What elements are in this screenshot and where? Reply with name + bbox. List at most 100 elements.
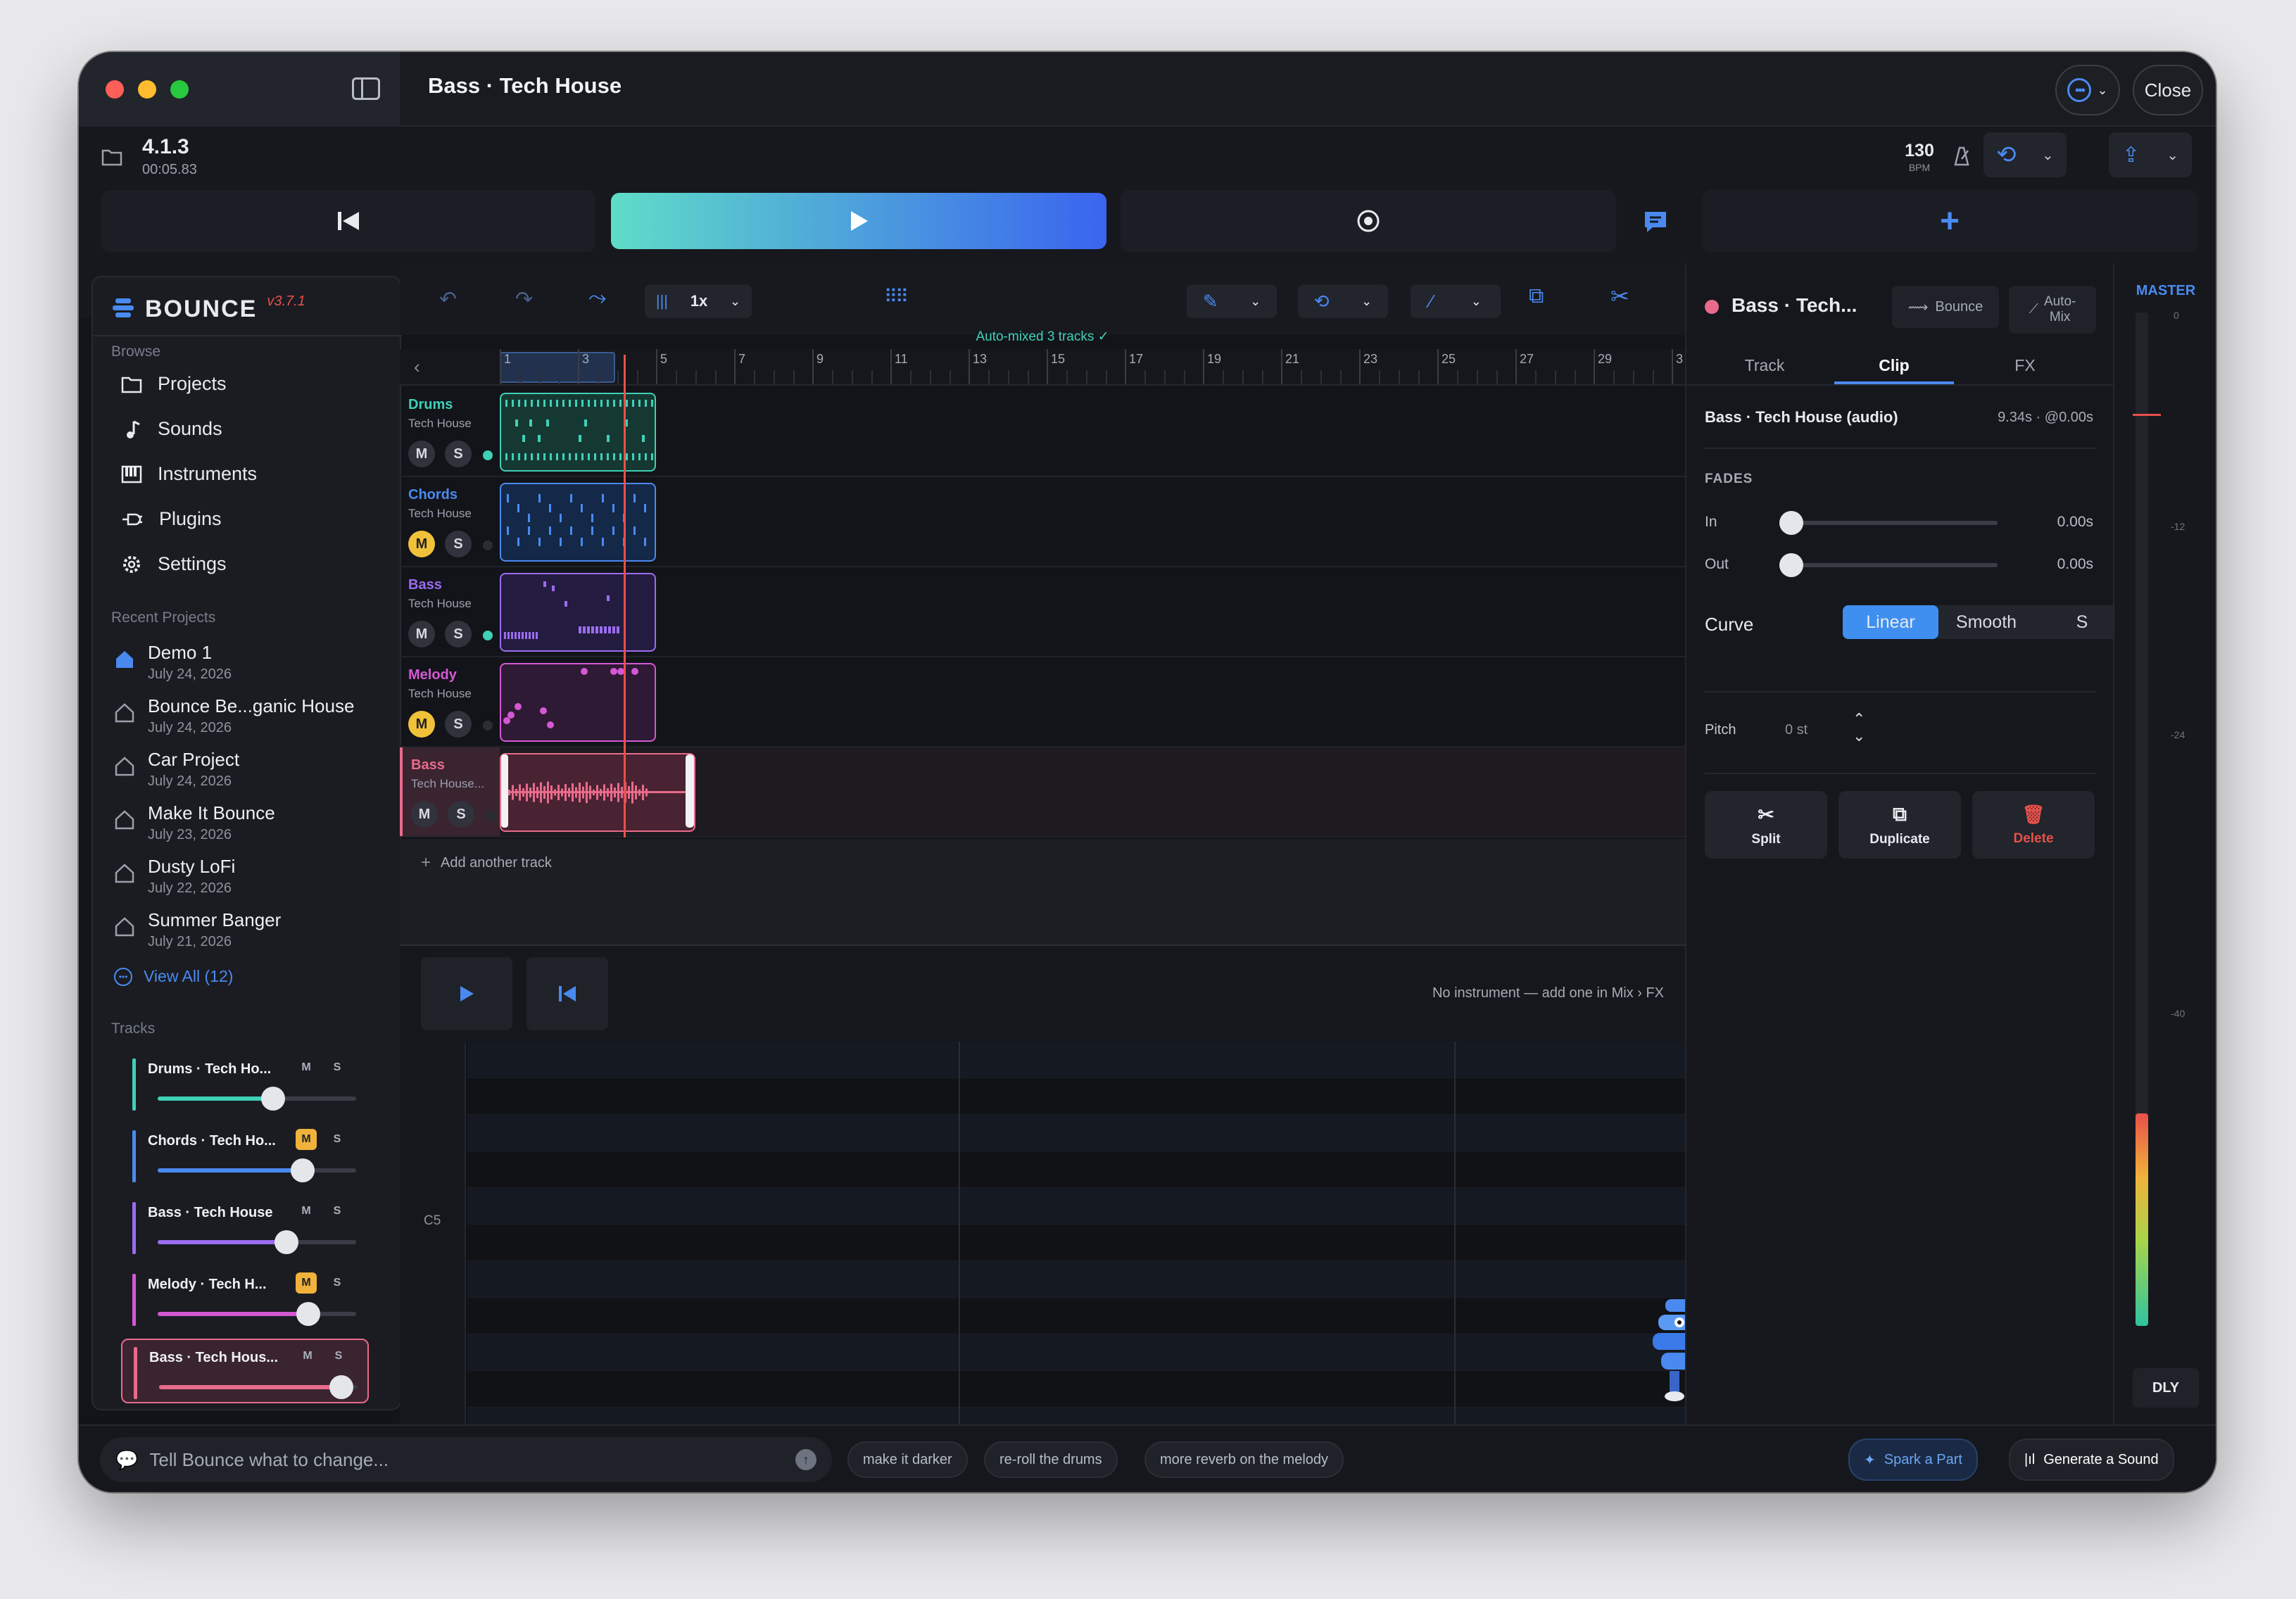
loop-menu-button[interactable]: ⟲ ⌄ <box>1983 132 2067 177</box>
lane-mute-button[interactable]: M <box>408 531 435 557</box>
view-all-link[interactable]: ••• View All (12) <box>114 967 233 986</box>
track-solo-button[interactable]: S <box>327 1272 348 1294</box>
track-solo-button[interactable]: S <box>328 1346 349 1367</box>
track-mute-button[interactable]: M <box>296 1129 317 1150</box>
grid-icon[interactable]: ⠿⠿ <box>884 286 909 308</box>
sidebar-track-item[interactable]: Bass · Tech Hous... M S <box>121 1339 369 1403</box>
scissors-icon[interactable]: ✂ <box>1610 283 1629 310</box>
curve-option-smooth[interactable]: Smooth <box>1938 605 2034 639</box>
chevron-up-icon[interactable]: ⌃ <box>1853 711 1865 728</box>
piano-roll-play-button[interactable] <box>421 957 512 1030</box>
track-solo-button[interactable]: S <box>327 1129 348 1150</box>
suggestion-chip[interactable]: more reverb on the melody <box>1144 1441 1344 1478</box>
minimize-window-button[interactable] <box>138 80 156 99</box>
track-volume-slider[interactable] <box>158 1087 356 1111</box>
fade-in-knob[interactable] <box>1779 511 1803 535</box>
nav-projects[interactable]: Projects <box>121 373 227 395</box>
recent-project-item[interactable]: Car Project July 24, 2026 <box>114 749 239 790</box>
pen-tool-menu[interactable]: ✎ ⌄ <box>1187 284 1277 318</box>
recent-project-item[interactable]: Dusty LoFi July 22, 2026 <box>114 856 235 897</box>
send-icon[interactable]: ↑ <box>795 1449 816 1470</box>
bounce-button[interactable]: ⟿ Bounce <box>1892 286 1999 328</box>
sidebar-track-item[interactable]: Melody · Tech H... M S <box>121 1267 369 1332</box>
lane-solo-button[interactable]: S <box>445 711 472 738</box>
fade-out-slider[interactable] <box>1779 553 1998 577</box>
piano-roll-row[interactable] <box>467 1261 1685 1298</box>
piano-roll-row[interactable] <box>467 1334 1685 1371</box>
more-menu-button[interactable]: ••• ⌄ <box>2055 65 2120 115</box>
playhead[interactable] <box>624 355 626 838</box>
generate-sound-button[interactable]: |ıl Generate a Sound <box>2009 1439 2174 1481</box>
pitch-value[interactable]: 0 st <box>1785 722 1808 738</box>
clip[interactable] <box>500 663 656 742</box>
play-button[interactable] <box>611 193 1106 249</box>
recent-project-item[interactable]: Demo 1 July 24, 2026 <box>114 642 232 683</box>
piano-roll-row[interactable] <box>467 1298 1685 1334</box>
recent-project-item[interactable]: Make It Bounce July 23, 2026 <box>114 802 275 843</box>
fade-out-knob[interactable] <box>1779 553 1803 577</box>
prompt-input[interactable]: 💬 Tell Bounce what to change... ↑ <box>100 1437 832 1482</box>
zoom-window-button[interactable] <box>170 80 189 99</box>
pitch-stepper[interactable]: ⌃ ⌄ <box>1853 711 1865 745</box>
tab-fx[interactable]: FX <box>1965 356 2085 375</box>
curve-option-linear[interactable]: Linear <box>1843 605 1938 639</box>
track-lane[interactable]: Chords Tech House M S <box>400 477 1719 567</box>
track-mute-button[interactable]: M <box>296 1201 317 1222</box>
volume-knob[interactable] <box>275 1230 299 1254</box>
piano-roll-row[interactable] <box>467 1225 1685 1261</box>
piano-roll-row[interactable] <box>467 1042 1685 1078</box>
suggestion-chip[interactable]: re-roll the drums <box>984 1441 1118 1478</box>
lane-solo-button[interactable]: S <box>445 531 472 557</box>
delete-button[interactable]: 🗑 Delete <box>1972 791 2095 859</box>
add-button[interactable]: + <box>1702 190 2197 252</box>
volume-knob[interactable] <box>260 1087 285 1111</box>
draw-tool-icon[interactable]: ⤳ <box>588 284 607 311</box>
delay-button[interactable]: DLY <box>2133 1368 2199 1408</box>
nav-sounds[interactable]: Sounds <box>121 418 222 440</box>
recent-project-item[interactable]: Bounce Be...ganic House July 24, 2026 <box>114 695 354 736</box>
nav-instruments[interactable]: Instruments <box>121 463 257 485</box>
track-volume-slider[interactable] <box>158 1158 356 1182</box>
metronome-icon[interactable] <box>1950 145 1972 171</box>
tab-track[interactable]: Track <box>1705 356 1824 375</box>
sidebar-track-item[interactable]: Drums · Tech Ho... M S <box>121 1051 369 1116</box>
speed-select[interactable]: ||| 1x ⌄ <box>645 284 752 318</box>
clip[interactable] <box>500 573 656 652</box>
lane-mute-button[interactable]: M <box>408 621 435 647</box>
track-volume-slider[interactable] <box>158 1302 356 1326</box>
undo-icon[interactable]: ↶ <box>439 287 457 312</box>
close-window-button[interactable] <box>106 80 124 99</box>
clip[interactable] <box>500 753 695 832</box>
tempo-value[interactable]: 130 <box>1895 141 1944 161</box>
track-lane[interactable]: Melody Tech House M S <box>400 657 1719 747</box>
suggestion-chip[interactable]: make it darker <box>847 1441 968 1478</box>
lane-solo-button[interactable]: S <box>445 441 472 467</box>
close-button[interactable]: Close <box>2133 65 2203 115</box>
chevron-down-icon[interactable]: ⌄ <box>1853 728 1865 745</box>
track-solo-button[interactable]: S <box>327 1201 348 1222</box>
piano-roll-row[interactable] <box>467 1115 1685 1151</box>
loop-tool-menu[interactable]: ⟲ ⌄ <box>1298 284 1388 318</box>
volume-knob[interactable] <box>290 1158 315 1182</box>
lane-solo-button[interactable]: S <box>448 801 474 828</box>
piano-roll-rewind-button[interactable] <box>526 957 608 1030</box>
spark-part-button[interactable]: ✦ Spark a Part <box>1848 1439 1978 1481</box>
split-button[interactable]: ✂ Split <box>1705 791 1827 859</box>
lane-header[interactable]: Bass Tech House M S <box>400 567 500 656</box>
rewind-button[interactable] <box>101 190 595 252</box>
piano-roll-row[interactable] <box>467 1151 1685 1188</box>
volume-knob[interactable] <box>296 1302 321 1326</box>
clip[interactable] <box>500 483 656 562</box>
track-lane[interactable]: Bass Tech House M S <box>400 567 1719 657</box>
lane-header[interactable]: Chords Tech House M S <box>400 477 500 566</box>
sidebar-track-item[interactable]: Chords · Tech Ho... M S <box>121 1123 369 1188</box>
lane-mute-button[interactable]: M <box>411 801 438 828</box>
duplicate-icon[interactable]: ⧉ <box>1529 284 1544 308</box>
track-mute-button[interactable]: M <box>296 1272 317 1294</box>
line-tool-menu[interactable]: ⁄ ⌄ <box>1411 284 1501 318</box>
lane-header[interactable]: Drums Tech House M S <box>400 387 500 476</box>
clip[interactable] <box>500 393 656 472</box>
fade-in-slider[interactable] <box>1779 511 1998 535</box>
track-lane[interactable]: Bass Tech House... M S <box>400 747 1719 838</box>
lane-header[interactable]: Bass Tech House... M S <box>400 747 500 836</box>
